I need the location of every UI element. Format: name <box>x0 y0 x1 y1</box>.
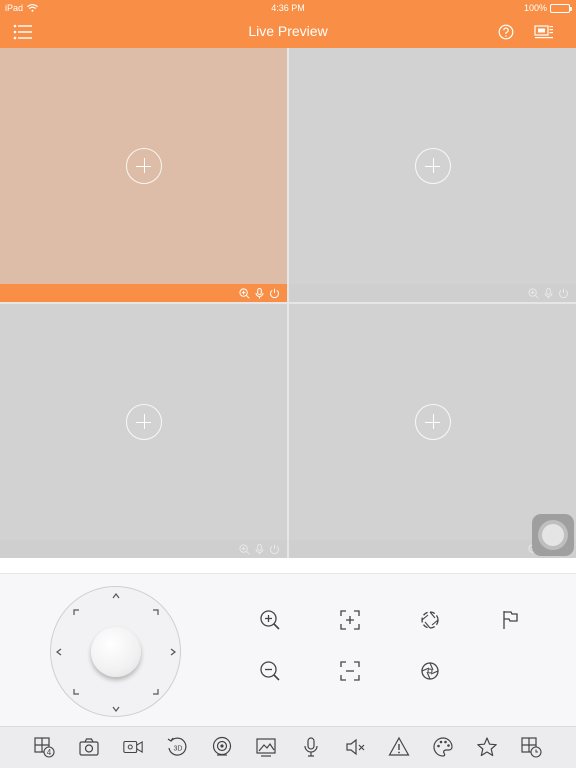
preset-flag-icon[interactable] <box>497 607 523 633</box>
battery-label: 100% <box>523 3 547 13</box>
video-pane-3[interactable] <box>0 304 287 558</box>
iris-close-icon[interactable] <box>417 658 443 684</box>
add-circle-icon[interactable] <box>415 404 451 440</box>
focus-far-icon[interactable] <box>337 658 363 684</box>
zoom-icon[interactable] <box>528 287 539 299</box>
add-circle-icon[interactable] <box>126 404 162 440</box>
add-circle-icon[interactable] <box>415 148 451 184</box>
battery-icon <box>550 3 572 13</box>
page-title: Live Preview <box>248 23 328 39</box>
zoom-out-icon[interactable] <box>257 658 283 684</box>
microphone-icon[interactable] <box>254 287 265 299</box>
video-view[interactable] <box>289 304 576 540</box>
zoom-icon[interactable] <box>239 543 250 555</box>
split-count: 4 <box>47 748 52 757</box>
rotate-3d-label: 3D <box>174 746 183 753</box>
arrow-down-icon[interactable] <box>110 703 122 715</box>
microphone-icon[interactable] <box>543 287 554 299</box>
zoom-icon[interactable] <box>239 287 250 299</box>
arrow-left-icon[interactable] <box>53 646 65 658</box>
playback-icon[interactable] <box>520 736 542 758</box>
pane-control-bar <box>0 540 287 558</box>
video-view[interactable] <box>289 48 576 284</box>
video-pane-2[interactable] <box>289 48 576 302</box>
talk-icon[interactable] <box>300 736 322 758</box>
video-grid <box>0 48 576 558</box>
arrow-down-left-icon[interactable] <box>71 685 83 697</box>
pane-control-bar <box>0 284 287 302</box>
device-list-icon[interactable] <box>533 22 555 42</box>
mute-icon[interactable] <box>344 736 366 758</box>
favorite-icon[interactable] <box>476 736 498 758</box>
power-icon[interactable] <box>558 288 569 299</box>
split-screen-icon[interactable]: 4 <box>33 736 55 758</box>
microphone-icon[interactable] <box>254 543 265 555</box>
joystick-knob[interactable] <box>91 627 141 677</box>
ptz-control-panel <box>0 573 576 726</box>
status-bar: iPad 4:36 PM 100% <box>0 0 576 16</box>
add-circle-icon[interactable] <box>126 148 162 184</box>
alarm-icon[interactable] <box>388 736 410 758</box>
iris-open-icon[interactable] <box>417 607 443 633</box>
arrow-up-right-icon[interactable] <box>149 607 161 619</box>
arrow-down-right-icon[interactable] <box>149 685 161 697</box>
image-icon[interactable] <box>255 736 277 758</box>
power-icon[interactable] <box>269 288 280 299</box>
fisheye-icon[interactable] <box>211 736 233 758</box>
help-icon[interactable] <box>495 22 517 42</box>
zoom-in-icon[interactable] <box>257 607 283 633</box>
video-pane-1[interactable] <box>0 48 287 302</box>
pane-control-bar <box>289 284 576 302</box>
assistive-touch-button[interactable] <box>532 514 574 556</box>
arrow-right-icon[interactable] <box>167 646 179 658</box>
snapshot-icon[interactable] <box>78 736 100 758</box>
record-icon[interactable] <box>122 736 144 758</box>
arrow-up-icon[interactable] <box>110 590 122 602</box>
color-palette-icon[interactable] <box>432 736 454 758</box>
video-view[interactable] <box>0 304 287 540</box>
bottom-toolbar: 4 3D <box>0 726 576 768</box>
video-view[interactable] <box>0 48 287 284</box>
arrow-up-left-icon[interactable] <box>71 607 83 619</box>
top-bar: iPad 4:36 PM 100% Live Preview <box>0 0 576 48</box>
ptz-joystick[interactable] <box>50 586 181 717</box>
clock: 4:36 PM <box>271 3 305 13</box>
power-icon[interactable] <box>269 544 280 555</box>
focus-near-icon[interactable] <box>337 607 363 633</box>
3d-position-icon[interactable]: 3D <box>166 736 188 758</box>
